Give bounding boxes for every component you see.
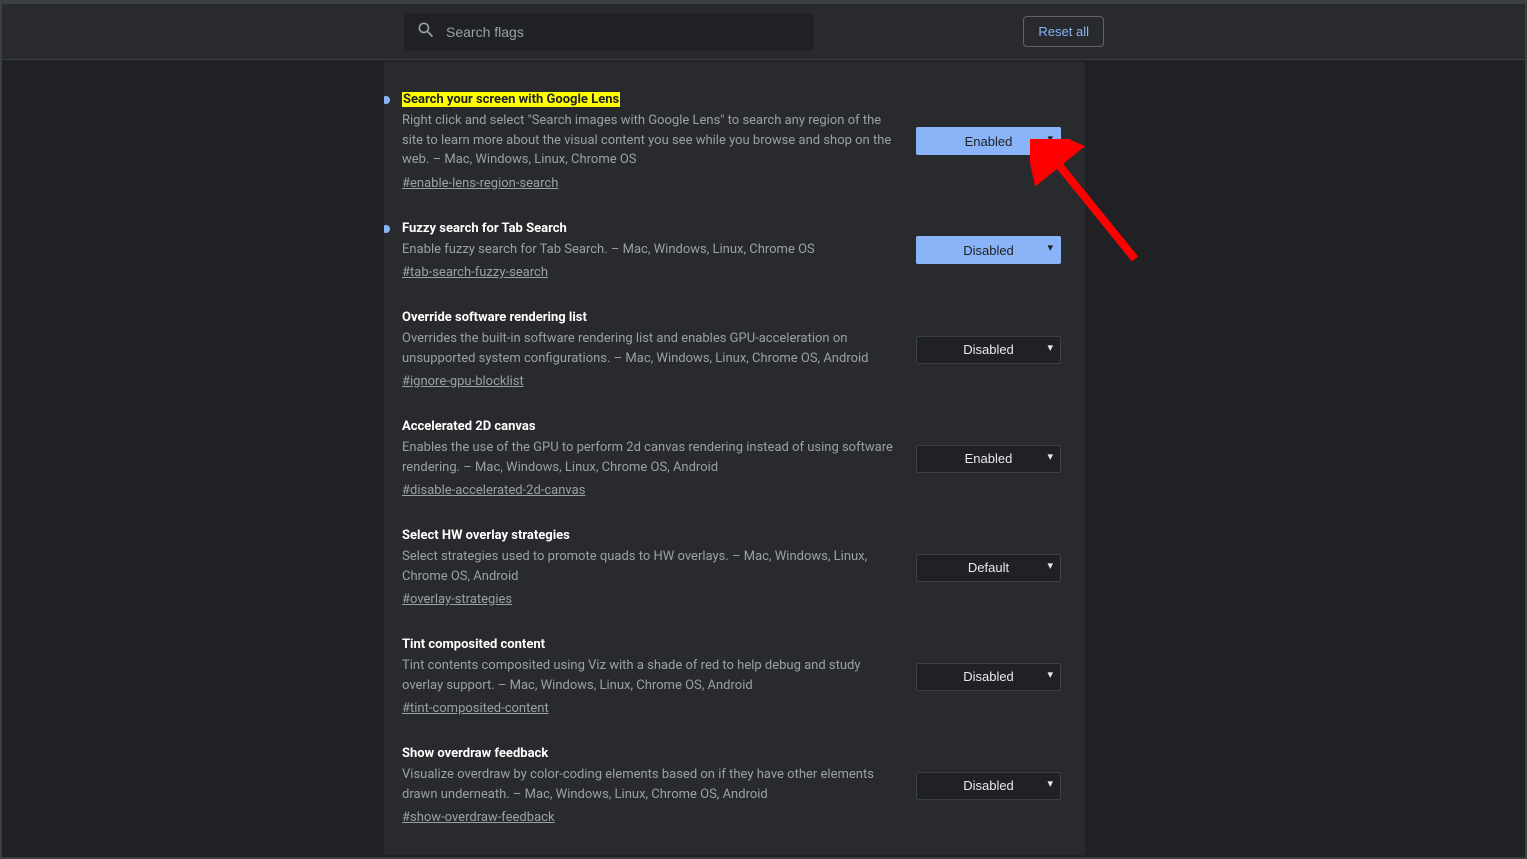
- flag-hash-link[interactable]: #overlay-strategies: [402, 592, 512, 607]
- flag-description: Right click and select "Search images wi…: [402, 111, 896, 170]
- flag-hash-link[interactable]: #ignore-gpu-blocklist: [402, 374, 524, 389]
- search-input[interactable]: [446, 24, 802, 40]
- flag-title: Select HW overlay strategies: [402, 528, 570, 543]
- modified-dot-icon: [384, 96, 390, 104]
- flag-select-wrap: DefaultEnabledDisabled: [916, 236, 1061, 264]
- search-container[interactable]: [404, 13, 814, 51]
- flag-row: Accelerated 2D canvas Enables the use of …: [384, 413, 1085, 522]
- flag-hash-link[interactable]: #tint-composited-content: [402, 701, 549, 716]
- flag-body: Accelerated 2D canvas Enables the use of …: [392, 419, 896, 498]
- flag-hash-link[interactable]: #enable-lens-region-search: [402, 176, 558, 191]
- flag-state-select[interactable]: DefaultEnabledDisabled: [916, 554, 1061, 582]
- flag-hash-link[interactable]: #tab-search-fuzzy-search: [402, 265, 548, 280]
- flag-row: Fuzzy search for Tab Search Enable fuzzy …: [384, 215, 1085, 305]
- flag-body: Fuzzy search for Tab Search Enable fuzzy …: [392, 221, 896, 281]
- flag-select-wrap: DefaultEnabledDisabled: [916, 336, 1061, 364]
- flag-state-select[interactable]: DefaultEnabledDisabled: [916, 663, 1061, 691]
- flag-description: Overrides the built-in software renderin…: [402, 329, 896, 368]
- flag-body: Search your screen with Google Lens Right…: [392, 92, 896, 191]
- flag-state-select[interactable]: DefaultEnabledDisabled: [916, 336, 1061, 364]
- flag-title: Fuzzy search for Tab Search: [402, 221, 567, 236]
- flag-row: Show overdraw feedback Visualize overdraw…: [384, 740, 1085, 849]
- reset-all-button[interactable]: Reset all: [1023, 16, 1104, 47]
- topbar-inner: Reset all: [404, 13, 1104, 51]
- flag-title: Override software rendering list: [402, 310, 587, 325]
- flag-row: Search your screen with Google Lens Right…: [384, 86, 1085, 215]
- flag-row: Override software rendering list Override…: [384, 304, 1085, 413]
- flag-body: Show overdraw feedback Visualize overdraw…: [392, 746, 896, 825]
- flag-select-wrap: DefaultEnabledDisabled: [916, 663, 1061, 691]
- flag-state-select[interactable]: DefaultEnabledDisabled: [916, 236, 1061, 264]
- flag-description: Enables the use of the GPU to perform 2d…: [402, 438, 896, 477]
- flag-title: Show overdraw feedback: [402, 746, 548, 761]
- topbar: Reset all: [2, 4, 1525, 60]
- flag-description: Select strategies used to promote quads …: [402, 547, 896, 586]
- flag-body: Tint composited content Tint contents com…: [392, 637, 896, 716]
- modified-dot-icon: [384, 225, 390, 233]
- flag-title: Accelerated 2D canvas: [402, 419, 536, 434]
- flag-title: Tint composited content: [402, 637, 545, 652]
- flag-select-wrap: DefaultEnabledDisabled: [916, 127, 1061, 155]
- flag-description: Visualize overdraw by color-coding eleme…: [402, 765, 896, 804]
- flag-body: Select HW overlay strategies Select strat…: [392, 528, 896, 607]
- flag-row: Select HW overlay strategies Select strat…: [384, 522, 1085, 631]
- flag-row: Tint composited content Tint contents com…: [384, 631, 1085, 740]
- flag-body: Override software rendering list Override…: [392, 310, 896, 389]
- flag-title: Search your screen with Google Lens: [402, 92, 620, 107]
- flag-description: Enable fuzzy search for Tab Search. – Ma…: [402, 240, 896, 260]
- search-icon: [416, 20, 436, 44]
- flag-select-wrap: DefaultEnabledDisabled: [916, 445, 1061, 473]
- flag-state-select[interactable]: DefaultEnabledDisabled: [916, 127, 1061, 155]
- flag-hash-link[interactable]: #show-overdraw-feedback: [402, 810, 555, 825]
- flag-state-select[interactable]: DefaultEnabledDisabled: [916, 445, 1061, 473]
- flag-select-wrap: DefaultEnabledDisabled: [916, 772, 1061, 800]
- flags-list: Search your screen with Google Lens Right…: [384, 62, 1085, 855]
- flag-hash-link[interactable]: #disable-accelerated-2d-canvas: [402, 483, 585, 498]
- flag-description: Tint contents composited using Viz with …: [402, 656, 896, 695]
- flag-select-wrap: DefaultEnabledDisabled: [916, 554, 1061, 582]
- flag-state-select[interactable]: DefaultEnabledDisabled: [916, 772, 1061, 800]
